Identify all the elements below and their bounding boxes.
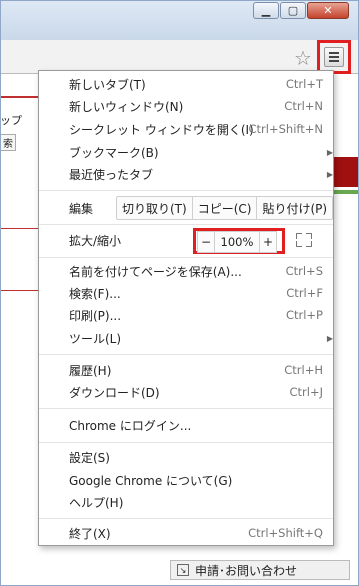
window-frame [0, 0, 359, 586]
